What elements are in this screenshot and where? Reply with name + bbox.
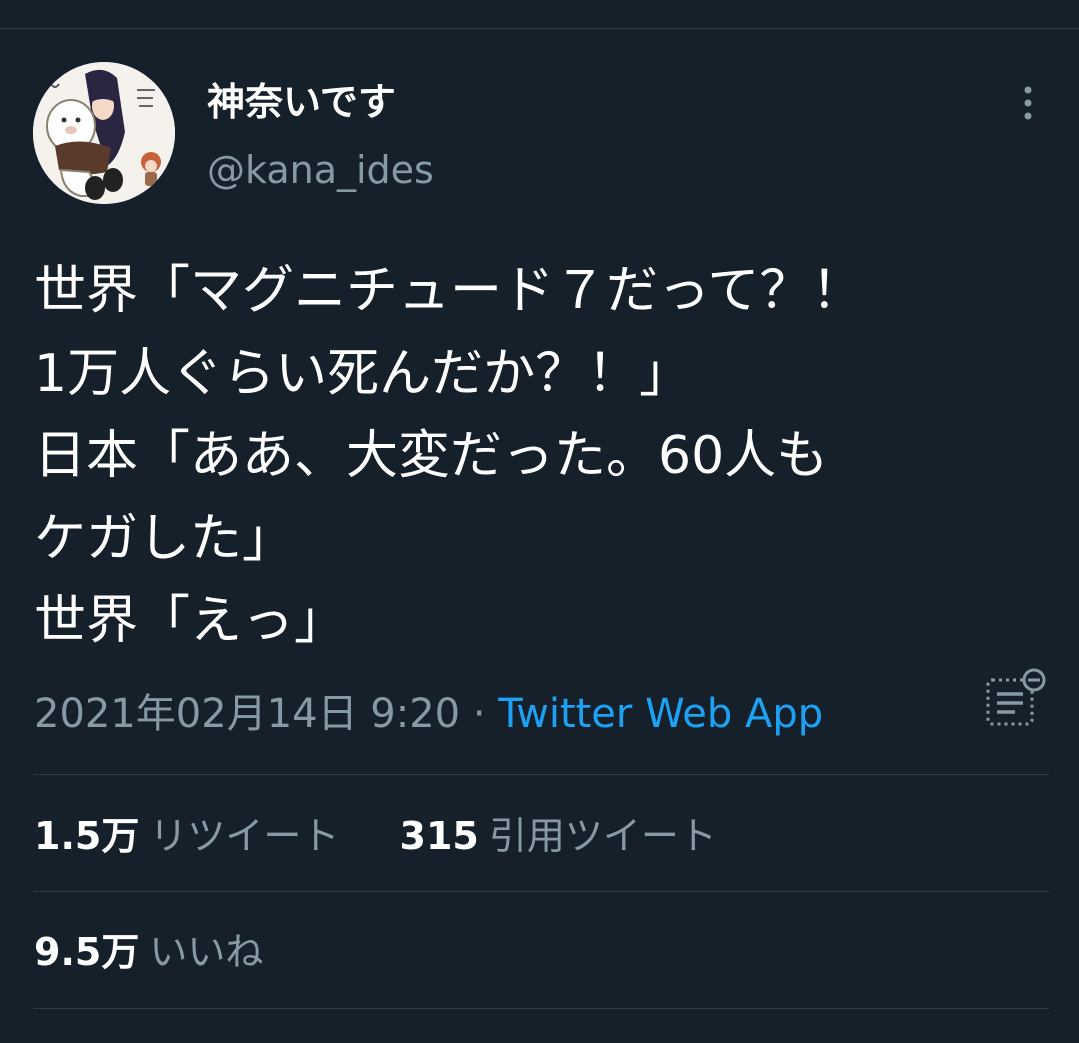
retweets-label: リツイート — [149, 814, 340, 858]
author-display-name[interactable]: 神奈いです — [207, 78, 396, 126]
tweet-line: 1万人ぐらい死んだか？！」 — [34, 343, 692, 404]
tweet-timestamp[interactable]: 2021年02月14日 9:20 — [34, 691, 460, 737]
likes-stat[interactable]: 9.5万 いいね — [34, 930, 263, 974]
retweet-stats-row: 1.5万 リツイート 315 引用ツイート — [34, 810, 717, 862]
likes-stats-row: 9.5万 いいね — [34, 926, 263, 978]
tweet-source-link[interactable]: Twitter Web App — [498, 691, 823, 737]
top-divider — [0, 28, 1079, 29]
likes-label: いいね — [149, 930, 264, 974]
author-handle[interactable]: @kana_ides — [207, 146, 434, 194]
tweet-line: ケガした」 — [34, 508, 295, 569]
tweet-analytics-icon[interactable] — [982, 668, 1048, 730]
tweet-text: 世界「マグニチュード７だって？！ 1万人ぐらい死んだか？！」 日本「ああ、大変だ… — [34, 250, 1044, 663]
tweet-meta: 2021年02月14日 9:20 · Twitter Web App — [34, 686, 823, 742]
meta-separator: · — [472, 691, 486, 737]
stats-divider-bottom — [33, 1008, 1049, 1009]
stats-divider-middle — [33, 891, 1049, 892]
retweets-stat[interactable]: 1.5万 リツイート — [34, 814, 351, 858]
stats-divider-top — [33, 774, 1049, 775]
avatar-illustration — [33, 62, 175, 204]
tweet-line: 日本「ああ、大変だった。60人も — [34, 426, 829, 486]
likes-count: 9.5万 — [34, 930, 140, 974]
more-vertical-icon[interactable] — [1006, 82, 1050, 126]
author-avatar[interactable] — [33, 62, 175, 204]
quotes-count: 315 — [399, 814, 479, 858]
tweet-line: 世界「えっ」 — [34, 591, 347, 651]
retweets-count: 1.5万 — [34, 814, 140, 858]
quotes-label: 引用ツイート — [488, 814, 717, 858]
tweet-line: 世界「マグニチュード７だって？！ — [34, 261, 864, 321]
quotes-stat[interactable]: 315 引用ツイート — [400, 814, 717, 858]
